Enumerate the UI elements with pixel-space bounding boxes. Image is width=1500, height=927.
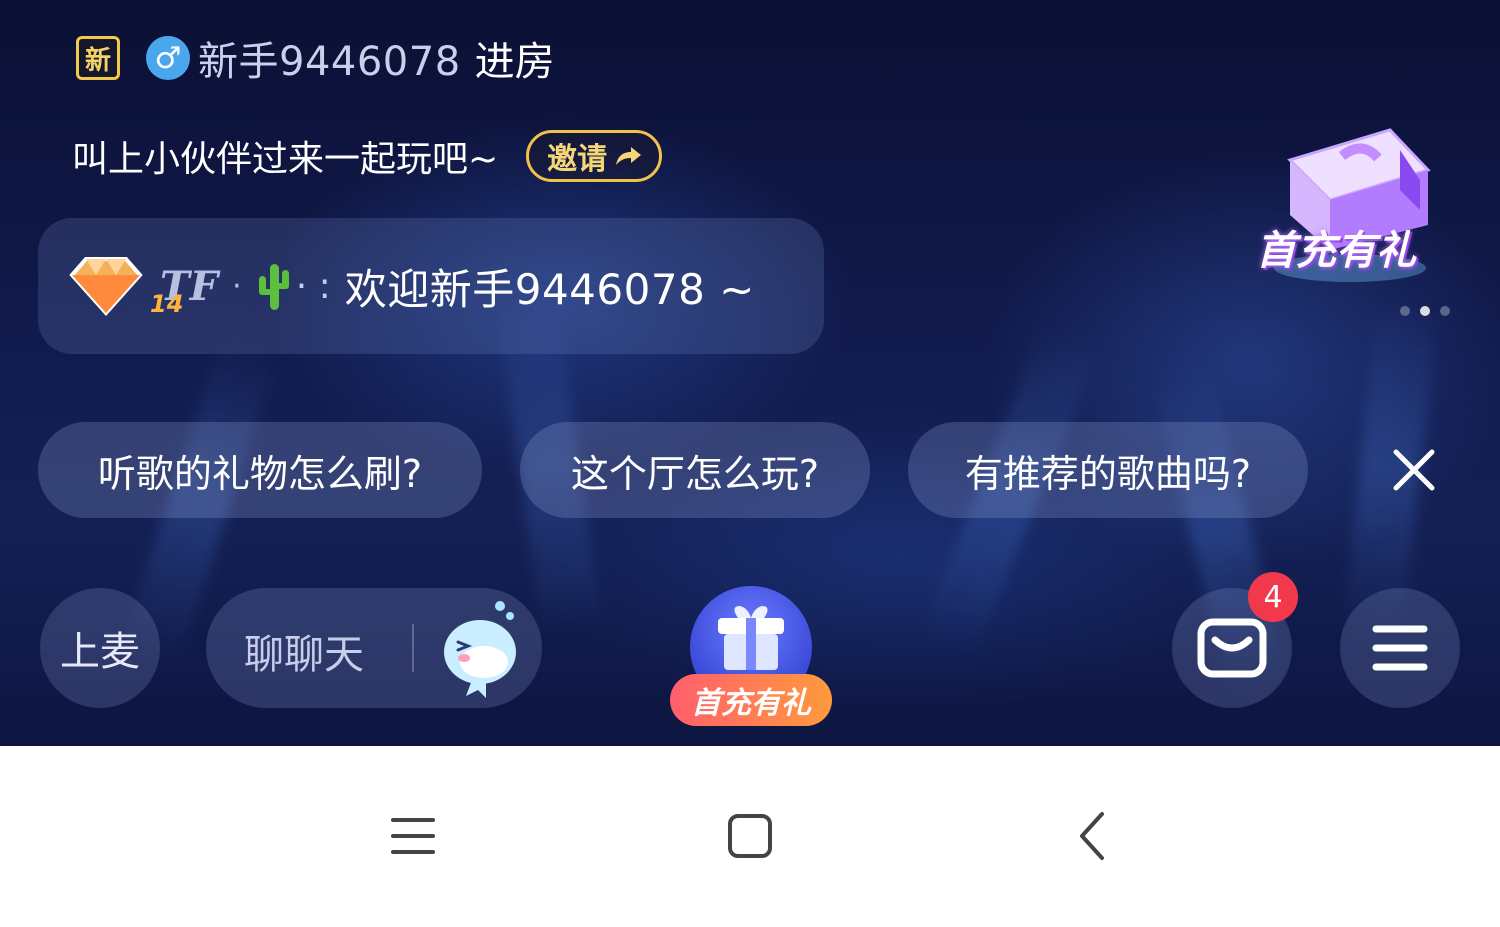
hamburger-menu-icon (1372, 625, 1428, 671)
join-mic-label: 上麦 (60, 629, 140, 675)
more-menu-button[interactable] (1340, 588, 1460, 708)
chat-divider (412, 624, 414, 672)
first-recharge-gift-button[interactable]: 首充有礼 (670, 584, 832, 730)
whale-emoji-icon[interactable] (438, 596, 524, 700)
invite-text: 叫上小伙伴过来一起玩吧~ (72, 139, 499, 180)
gift-box-icon (718, 606, 784, 670)
chat-input[interactable]: 聊聊天 (206, 588, 542, 708)
new-user-badge: 新 (76, 36, 120, 80)
quick-question-chip[interactable]: 这个厅怎么玩? (520, 422, 870, 518)
carousel-dot-active[interactable] (1420, 306, 1430, 316)
quick-question-chip[interactable]: 听歌的礼物怎么刷? (38, 422, 482, 518)
share-arrow-icon (616, 147, 642, 165)
room-background: 新 ♂ 新手9446078 进房 叫上小伙伴过来一起玩吧~ 邀请 14 TF ·… (0, 0, 1500, 746)
entry-action-text: 进房 (474, 39, 555, 85)
invite-button-label: 邀请 (547, 142, 608, 177)
invite-prompt: 叫上小伙伴过来一起玩吧~ 邀请 (72, 126, 663, 186)
home-icon[interactable] (720, 806, 780, 866)
entry-username[interactable]: 新手9446078 (198, 29, 461, 87)
system-nav-bar (0, 746, 1500, 927)
welcome-message: 14 TF · · : 欢迎新手9446078 ~ (38, 218, 824, 354)
gift-button-label: 首充有礼 (670, 674, 832, 726)
first-recharge-promo[interactable]: 首充有礼 (1250, 100, 1450, 290)
carousel-dot[interactable] (1400, 306, 1410, 316)
chat-placeholder: 聊聊天 (244, 632, 364, 678)
promo-label: 首充有礼 (1256, 228, 1416, 274)
screen: 新 ♂ 新手9446078 进房 叫上小伙伴过来一起玩吧~ 邀请 14 TF ·… (0, 0, 1500, 927)
male-icon: ♂ (146, 36, 190, 80)
carousel-dot[interactable] (1440, 306, 1450, 316)
quick-question-chip[interactable]: 有推荐的歌曲吗? (908, 422, 1308, 518)
promo-carousel-dots (1400, 306, 1450, 316)
diamond-level-icon (69, 257, 143, 316)
unread-count-badge: 4 (1248, 572, 1298, 622)
join-mic-button[interactable]: 上麦 (40, 588, 160, 708)
cactus-icon (258, 264, 289, 310)
close-icon[interactable] (1390, 446, 1438, 494)
welcome-text: 欢迎新手9446078 ~ (344, 264, 755, 314)
recent-apps-icon[interactable] (383, 806, 443, 866)
level-number: 14 (150, 290, 184, 318)
welcome-separator: · : (295, 265, 331, 307)
separator-dot: · (232, 268, 242, 304)
mail-icon (1197, 618, 1267, 678)
invite-button[interactable]: 邀请 (526, 130, 663, 182)
back-icon[interactable] (1066, 806, 1126, 866)
entry-notification: 新 ♂ 新手9446078 进房 (76, 30, 555, 86)
